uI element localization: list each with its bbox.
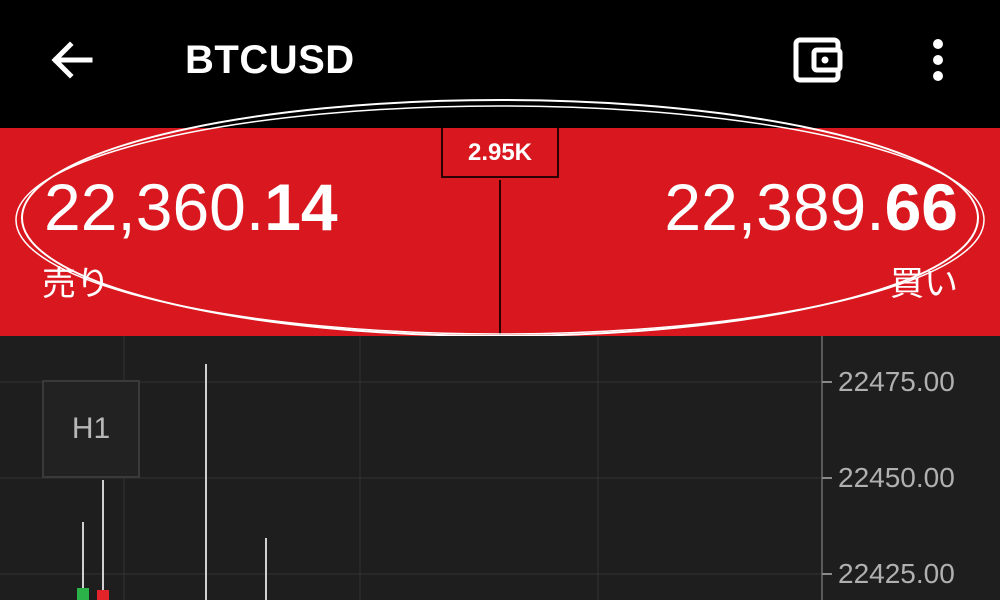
buy-price-pips: 66 (884, 170, 958, 244)
more-options-button[interactable] (918, 34, 958, 86)
price-axis-label: 22475.00 (838, 366, 955, 397)
price-chart[interactable]: H1 22475.00 22450.00 22425.00 (0, 336, 1000, 600)
buy-price-main: 22,389. (664, 170, 885, 244)
top-app-bar: BTCUSD (0, 0, 1000, 128)
candle-body-up (77, 588, 89, 600)
arrow-left-icon (51, 41, 93, 79)
timeframe-button[interactable]: H1 (42, 380, 140, 478)
sell-price[interactable]: 22,360.14 (44, 172, 338, 242)
candle-body-down (97, 590, 109, 600)
page-title: BTCUSD (185, 38, 355, 82)
spread-badge: 2.95K (441, 128, 559, 178)
buy-price[interactable]: 22,389.66 (664, 172, 958, 242)
price-axis-label: 22450.00 (838, 462, 955, 493)
price-axis-label: 22425.00 (838, 558, 955, 589)
more-vertical-icon (933, 39, 943, 81)
sell-price-main: 22,360. (44, 170, 265, 244)
buy-label: 買い (890, 264, 958, 304)
wallet-icon (793, 37, 843, 83)
sell-label: 売り (42, 264, 110, 304)
sell-price-pips: 14 (264, 170, 338, 244)
wallet-button[interactable] (792, 34, 844, 86)
back-button[interactable] (48, 36, 96, 84)
quote-panel: 2.95K 22,360.14 売り 22,389.66 買い (0, 128, 1000, 336)
spread-divider (499, 180, 501, 336)
